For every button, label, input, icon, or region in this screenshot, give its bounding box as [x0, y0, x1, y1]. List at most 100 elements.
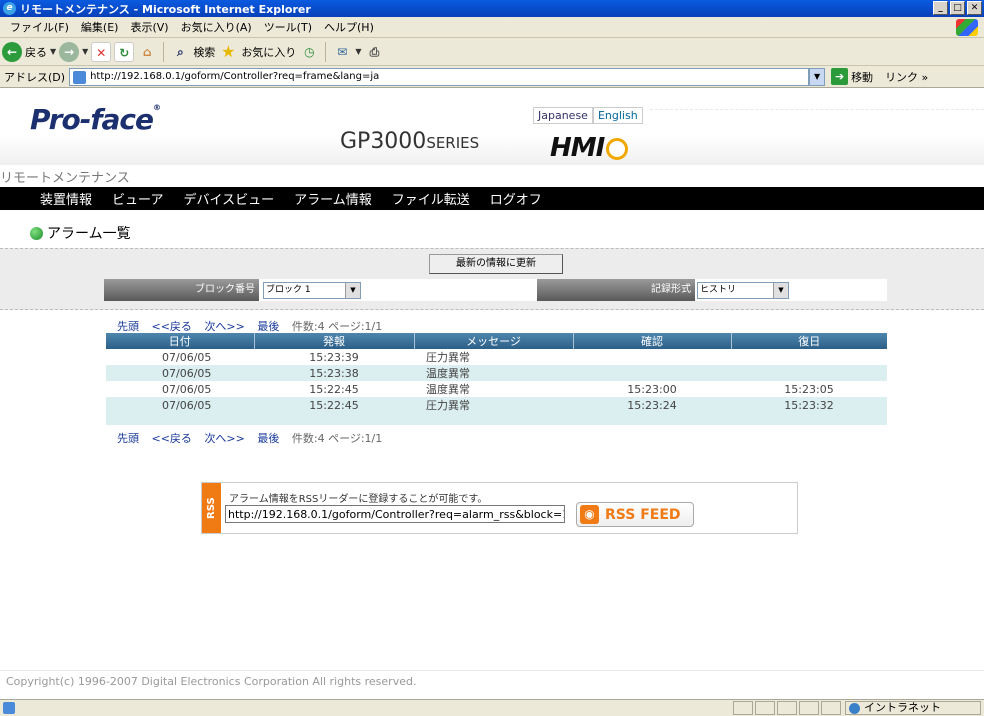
toolbar-separator	[163, 41, 165, 62]
nav-file-transfer[interactable]: ファイル転送	[392, 189, 470, 208]
home-icon[interactable]: ⌂	[137, 42, 157, 62]
nav-alarm-info[interactable]: アラーム情報	[294, 189, 372, 208]
pager-info: 件数:4 ページ:1/1	[291, 432, 383, 445]
copyright-text: Copyright(c) 1996-2007 Digital Electroni…	[6, 675, 417, 688]
rss-side-label: RSS	[202, 483, 221, 533]
col-recovered: 復日	[731, 333, 887, 349]
menu-favorites[interactable]: お気に入り(A)	[175, 19, 258, 35]
hmi-text: HMI	[550, 133, 605, 163]
rss-feed-label: RSS FEED	[605, 506, 681, 523]
print-icon[interactable]: ⎙	[364, 42, 384, 62]
pager-last-link[interactable]: 最後	[257, 320, 279, 333]
refresh-latest-button[interactable]: 最新の情報に更新	[429, 254, 563, 274]
status-bar: イントラネット	[0, 699, 984, 716]
history-icon[interactable]: ◷	[299, 42, 319, 62]
pager-bottom: 先頭 <<戻る 次へ>> 最後 件数:4 ページ:1/1	[117, 430, 382, 446]
stop-icon[interactable]: ✕	[91, 41, 112, 62]
address-label: アドレス(D)	[4, 70, 66, 84]
search-icon[interactable]: ⌕	[170, 42, 190, 62]
favorites-star-icon[interactable]: ★	[218, 42, 238, 62]
menu-file[interactable]: ファイル(F)	[4, 19, 75, 35]
forward-arrow-icon[interactable]: →	[59, 41, 80, 62]
address-input[interactable]: http://192.168.0.1/goform/Controller?req…	[69, 67, 810, 86]
pager-prev-link[interactable]: <<戻る	[152, 432, 192, 445]
cell-date: 07/06/05	[106, 397, 254, 413]
cell-date: 07/06/05	[106, 365, 254, 381]
rss-box: RSS アラーム情報をRSSリーダーに登録することが可能です。 ◉ RSS FE…	[201, 482, 798, 534]
record-format-label: 記録形式	[537, 279, 695, 301]
pager-last-link[interactable]: 最後	[257, 432, 279, 445]
rss-url-field[interactable]	[225, 505, 565, 523]
cell-occurred: 15:22:45	[254, 397, 414, 413]
pager-prev-link[interactable]: <<戻る	[152, 320, 192, 333]
cell-message: 温度異常	[414, 365, 573, 381]
menu-tools[interactable]: ツール(T)	[258, 19, 318, 35]
page-icon	[73, 70, 87, 84]
menu-help[interactable]: ヘルプ(H)	[318, 19, 380, 35]
block-number-select[interactable]: ブロック 1 ▼	[263, 282, 361, 299]
cell-occurred: 15:23:38	[254, 365, 414, 381]
menu-view[interactable]: 表示(V)	[124, 19, 174, 35]
back-button[interactable]: 戻る	[25, 44, 47, 60]
table-row: 07/06/05 15:23:39 圧力異常	[106, 349, 887, 365]
nav-logoff[interactable]: ログオフ	[490, 189, 542, 208]
pager-first-link[interactable]: 先頭	[117, 432, 139, 445]
lang-english-link[interactable]: English	[592, 107, 643, 124]
go-button[interactable]: ➔ 移動	[831, 68, 873, 85]
security-zone: イントラネット	[845, 701, 981, 715]
address-url: http://192.168.0.1/goform/Controller?req…	[90, 70, 380, 82]
cell-recovered	[731, 365, 887, 381]
pager-next-link[interactable]: 次へ>>	[204, 320, 244, 333]
cell-recovered: 15:23:05	[731, 381, 887, 397]
lang-japanese-link[interactable]: Japanese	[533, 107, 593, 124]
minimize-button[interactable]: _	[933, 1, 948, 15]
mail-dropdown-icon[interactable]: ▼	[355, 47, 361, 56]
favorites-button[interactable]: お気に入り	[241, 44, 296, 60]
close-button[interactable]: ✕	[967, 1, 982, 15]
product-name: GP3000SERIES	[340, 129, 479, 154]
table-spacer-row	[106, 413, 887, 425]
links-button[interactable]: リンク »	[885, 69, 928, 85]
mail-icon[interactable]: ✉	[332, 42, 352, 62]
logo-text: Pro-face	[30, 103, 154, 136]
cell-occurred: 15:22:45	[254, 381, 414, 397]
cell-acknowledged: 15:23:24	[573, 397, 731, 413]
go-label: 移動	[851, 70, 874, 84]
chevron-down-icon: ▼	[773, 283, 788, 298]
main-nav: 装置情報 ビューア デバイスビュー アラーム情報 ファイル転送 ログオフ	[0, 187, 984, 210]
table-header-row: 日付 発報 メッセージ 確認 復日	[106, 333, 887, 349]
address-dropdown-icon[interactable]: ▼	[809, 67, 826, 86]
toolbar-separator	[325, 41, 327, 62]
page-title: アラーム一覧	[47, 226, 131, 242]
status-segment	[777, 701, 797, 715]
status-segment	[733, 701, 753, 715]
back-dropdown-icon[interactable]: ▼	[50, 47, 56, 56]
refresh-icon[interactable]: ↻	[114, 41, 135, 62]
nav-device-info[interactable]: 装置情報	[40, 189, 92, 208]
hmi-logo: HMI	[550, 133, 629, 163]
forward-dropdown-icon[interactable]: ▼	[82, 47, 88, 56]
alarm-table: 日付 発報 メッセージ 確認 復日 07/06/05 15:23:39 圧力異常…	[106, 333, 887, 425]
rss-feed-button[interactable]: ◉ RSS FEED	[576, 502, 694, 527]
nav-device-view[interactable]: デバイスビュー	[184, 189, 275, 208]
page-status-icon	[3, 702, 15, 714]
record-format-select[interactable]: ヒストリ ▼	[697, 282, 789, 299]
browser-toolbar: ← 戻る ▼ → ▼ ✕ ↻ ⌂ ⌕ 検索 ★ お気に入り ◷ ✉ ▼ ⎙	[0, 38, 984, 66]
web-page: Pro-face® GP3000SERIES HMI Japanese Engl…	[0, 89, 984, 699]
search-button[interactable]: 検索	[193, 44, 215, 60]
nav-viewer[interactable]: ビューア	[112, 189, 163, 208]
header-decoration	[650, 109, 984, 123]
menu-edit[interactable]: 編集(E)	[75, 19, 125, 35]
block-number-value: ブロック 1	[266, 285, 311, 295]
status-segment	[755, 701, 775, 715]
control-panel: 最新の情報に更新 ブロック番号 ブロック 1 ▼ 記録形式 ヒストリ ▼	[0, 248, 984, 310]
cell-acknowledged	[573, 349, 731, 365]
maximize-button[interactable]: □	[950, 1, 965, 15]
back-arrow-icon[interactable]: ←	[2, 41, 22, 62]
pro-face-logo: Pro-face®	[30, 103, 161, 136]
pager-next-link[interactable]: 次へ>>	[204, 432, 244, 445]
pager-first-link[interactable]: 先頭	[117, 320, 139, 333]
menu-bar: ファイル(F) 編集(E) 表示(V) お気に入り(A) ツール(T) ヘルプ(…	[0, 17, 984, 38]
pager-top: 先頭 <<戻る 次へ>> 最後 件数:4 ページ:1/1	[117, 318, 382, 334]
windows-logo-icon	[956, 19, 978, 36]
